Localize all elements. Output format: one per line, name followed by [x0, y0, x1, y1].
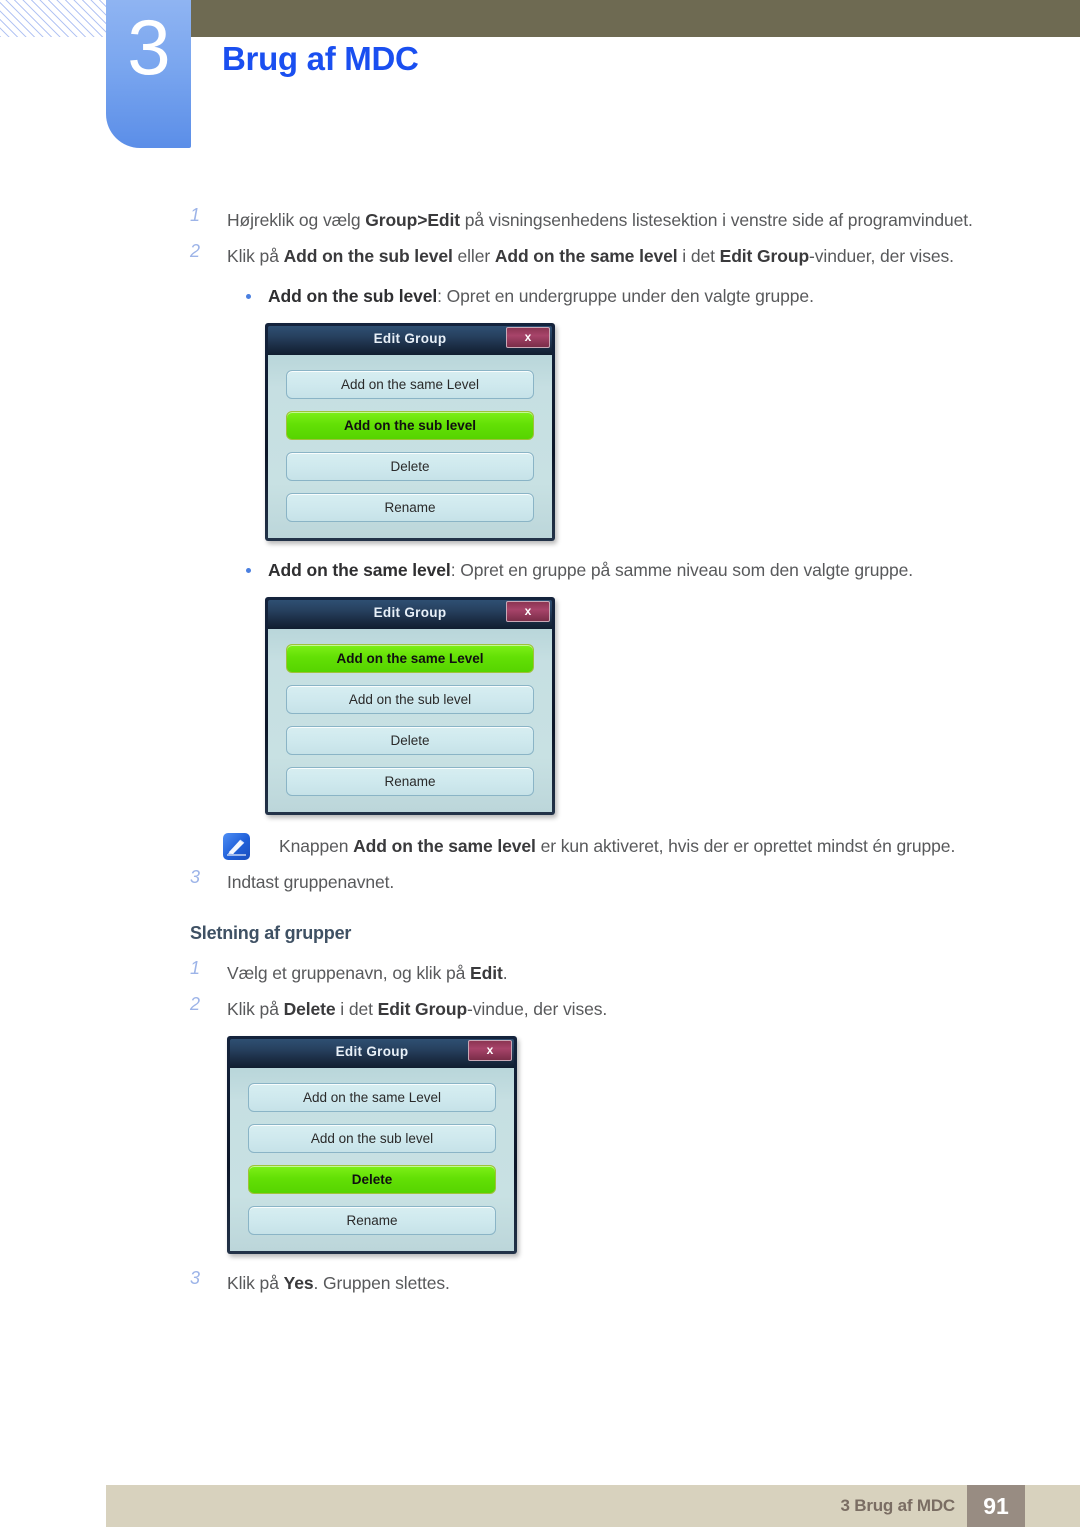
step-text: Indtast gruppenavnet.	[227, 872, 395, 892]
header-hatch-decoration	[0, 0, 106, 37]
edit-group-dialog: Edit Group x Add on the same Level Add o…	[265, 597, 555, 815]
step-number: 1	[190, 205, 201, 225]
rename-button[interactable]: Rename	[286, 767, 534, 796]
close-icon[interactable]: x	[468, 1040, 512, 1061]
footer-chapter-label: 3 Brug af MDC	[840, 1496, 955, 1515]
dialog-title-bar: Edit Group x	[268, 326, 552, 355]
section-heading: Sletning af grupper	[190, 923, 352, 943]
step-item-1: 1 Højreklik og vælg Group>Edit på visnin…	[0, 205, 1080, 235]
step-text: Klik på Delete i det Edit Group-vindue, …	[227, 999, 608, 1019]
dialog-body: Add on the same Level Add on the sub lev…	[268, 355, 552, 538]
edit-group-dialog: Edit Group x Add on the same Level Add o…	[265, 323, 555, 541]
delete-button[interactable]: Delete	[248, 1165, 496, 1194]
step-text: Klik på Yes. Gruppen slettes.	[227, 1273, 450, 1293]
add-on-same-level-button[interactable]: Add on the same Level	[248, 1083, 496, 1112]
delete-button[interactable]: Delete	[286, 452, 534, 481]
add-on-sub-level-button[interactable]: Add on the sub level	[286, 685, 534, 714]
bullet-item-sub-level: Add on the sub level: Opret en undergrup…	[0, 281, 1080, 311]
rename-button[interactable]: Rename	[286, 493, 534, 522]
footer-bar: 3 Brug af MDC 91	[106, 1485, 1080, 1527]
step-number: 2	[190, 241, 201, 261]
edit-group-dialog: Edit Group x Add on the same Level Add o…	[227, 1036, 517, 1254]
step-number: 1	[190, 958, 201, 978]
bullet-text: Add on the sub level: Opret en undergrup…	[268, 286, 814, 306]
bullet-dot-icon	[246, 294, 251, 299]
step-text: Klik på Add on the sub level eller Add o…	[227, 246, 954, 266]
delete-step-item-2: 2 Klik på Delete i det Edit Group-vindue…	[0, 994, 1080, 1024]
note-text: Knappen Add on the same level er kun akt…	[279, 836, 956, 856]
note-pen-icon	[223, 833, 250, 860]
manual-page: 3 Brug af MDC 1 Højreklik og vælg Group>…	[0, 0, 1080, 1527]
step-number: 2	[190, 994, 201, 1014]
dialog-title-bar: Edit Group x	[230, 1039, 514, 1068]
close-icon[interactable]: x	[506, 327, 550, 348]
dialog-figure-2: Edit Group x Add on the same Level Add o…	[0, 597, 1080, 815]
chapter-tab: 3	[106, 0, 191, 148]
delete-step-item-1: 1 Vælg et gruppenavn, og klik på Edit.	[0, 958, 1080, 988]
bullet-dot-icon	[246, 568, 251, 573]
delete-step-item-3: 3 Klik på Yes. Gruppen slettes.	[0, 1268, 1080, 1298]
step-item-2: 2 Klik på Add on the sub level eller Add…	[0, 241, 1080, 271]
delete-button[interactable]: Delete	[286, 726, 534, 755]
add-on-same-level-button[interactable]: Add on the same Level	[286, 644, 534, 673]
add-on-same-level-button[interactable]: Add on the same Level	[286, 370, 534, 399]
dialog-body: Add on the same Level Add on the sub lev…	[230, 1068, 514, 1251]
page-content: 1 Højreklik og vælg Group>Edit på visnin…	[0, 205, 1080, 1304]
dialog-figure-1: Edit Group x Add on the same Level Add o…	[0, 323, 1080, 541]
note-callout: Knappen Add on the same level er kun akt…	[0, 831, 1080, 863]
step-number: 3	[190, 867, 201, 887]
step-number: 3	[190, 1268, 201, 1288]
chapter-number: 3	[127, 3, 170, 91]
rename-button[interactable]: Rename	[248, 1206, 496, 1235]
page-title: Brug af MDC	[222, 40, 419, 77]
header-olive-bar	[190, 0, 1080, 37]
bullet-text: Add on the same level: Opret en gruppe p…	[268, 560, 914, 580]
dialog-title-bar: Edit Group x	[268, 600, 552, 629]
step-text: Vælg et gruppenavn, og klik på Edit.	[227, 963, 508, 983]
close-icon[interactable]: x	[506, 601, 550, 622]
page-number: 91	[967, 1485, 1025, 1527]
add-on-sub-level-button[interactable]: Add on the sub level	[248, 1124, 496, 1153]
bullet-item-same-level: Add on the same level: Opret en gruppe p…	[0, 555, 1080, 585]
dialog-figure-3: Edit Group x Add on the same Level Add o…	[0, 1036, 1080, 1254]
dialog-body: Add on the same Level Add on the sub lev…	[268, 629, 552, 812]
step-text: Højreklik og vælg Group>Edit på visnings…	[227, 210, 973, 230]
add-on-sub-level-button[interactable]: Add on the sub level	[286, 411, 534, 440]
step-item-3: 3 Indtast gruppenavnet.	[0, 867, 1080, 897]
